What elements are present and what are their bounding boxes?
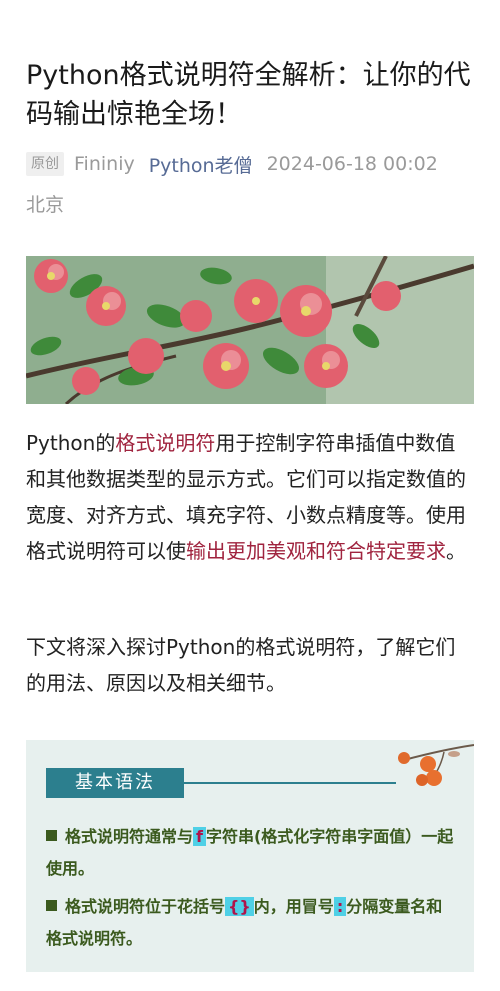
- section-tag: 基本语法: [46, 768, 184, 798]
- item2-code-colon: :: [333, 897, 347, 916]
- intro-text-1: Python的: [26, 431, 116, 455]
- syntax-item-2: 格式说明符位于花括号{} 内，用冒号: 分隔变量名和格式说明符。: [46, 891, 456, 955]
- publish-location: 北京: [26, 194, 65, 216]
- original-badge: 原创: [26, 152, 64, 176]
- intro-highlight-2: 输出更加美观和符合特定要求: [186, 539, 446, 563]
- flower-illustration: [26, 256, 474, 404]
- item2-text-2: 内，用冒号: [253, 897, 334, 916]
- account-link[interactable]: Python老僧: [149, 151, 253, 178]
- author-name: Fininiy: [74, 153, 135, 175]
- section-divider: [184, 782, 396, 784]
- article-meta: 原创 Fininiy Python老僧 2024-06-18 00:02: [26, 150, 478, 178]
- square-bullet-icon: [46, 830, 57, 841]
- item2-text-1: 格式说明符位于花括号: [65, 897, 226, 916]
- item2-code-braces: {}: [225, 897, 254, 916]
- intro-paragraph: Python的格式说明符用于控制字符串插值中数值和其他数据类型的显示方式。它们可…: [26, 425, 474, 569]
- item1-code: f: [193, 827, 206, 846]
- article-page: Python格式说明符全解析：让你的代码输出惊艳全场！ 原创 Fininiy P…: [0, 0, 500, 991]
- article-title: Python格式说明符全解析：让你的代码输出惊艳全场！: [26, 60, 471, 130]
- intro-highlight-1: 格式说明符: [115, 431, 216, 455]
- syntax-item-1: 格式说明符通常与 f 字符串(格式化字符串字面值）一起使用。: [46, 821, 456, 885]
- item1-text-1: 格式说明符通常与: [65, 827, 194, 846]
- publish-date: 2024-06-18 00:02: [266, 153, 438, 175]
- syntax-card: 基本语法 格式说明符通常与 f 字符串(格式化字符串字面值）一起使用。 格式说明符位…: [26, 740, 474, 972]
- persimmon-branch-icon: [398, 744, 474, 786]
- hero-image: [26, 256, 474, 404]
- overview-paragraph: 下文将深入探讨Python的格式说明符，了解它们的用法、原因以及相关细节。: [26, 635, 456, 695]
- square-bullet-icon: [46, 900, 57, 911]
- intro-text-3: 。: [446, 539, 466, 563]
